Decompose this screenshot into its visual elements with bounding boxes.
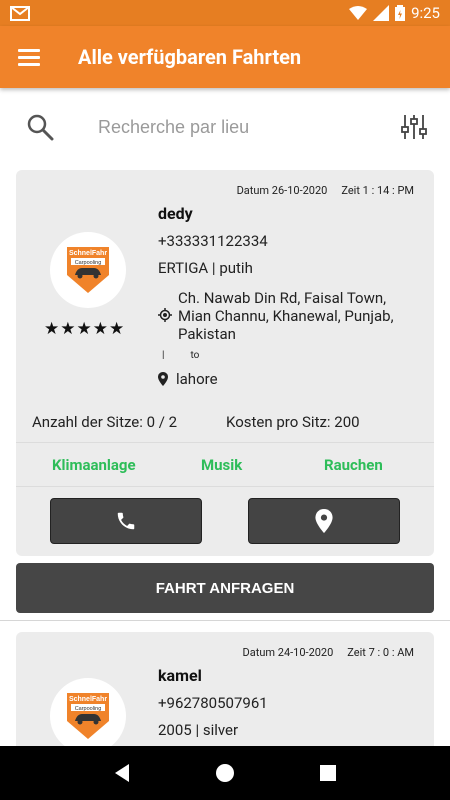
back-button[interactable] [107, 758, 137, 788]
carpool-logo: SchnelFahr Carpooling [67, 693, 109, 739]
cost-per-seat: Kosten pro Sitz: 200 [226, 413, 360, 431]
wifi-icon [349, 6, 368, 20]
logo-subtext: Carpooling [75, 260, 102, 266]
driver-avatar: SchnelFahr Carpooling [50, 678, 126, 754]
driver-name: dedy [158, 204, 193, 223]
driver-avatar: SchnelFahr Carpooling [50, 232, 126, 308]
ride-card[interactable]: Datum 24-10-2020 Zeit 7 : 0 : AM SchnelF… [16, 632, 434, 754]
ride-date: Datum 24-10-2020 [242, 646, 334, 659]
recents-button[interactable] [313, 758, 343, 788]
destination-address: lahore [176, 370, 218, 388]
route-origin: Ch. Nawab Din Rd, Faisal Town, Mian Chan… [158, 289, 408, 343]
route-destination: lahore [158, 370, 218, 388]
call-button[interactable] [50, 498, 202, 544]
amenity-smoking: Rauchen [324, 456, 383, 474]
ride-meta: Datum 24-10-2020 Zeit 7 : 0 : AM [243, 646, 414, 659]
my-location-icon [158, 308, 172, 322]
vehicle-info: 2005 | silver [158, 721, 239, 739]
ride-time: Zeit 1 : 14 : PM [341, 184, 414, 197]
filter-sliders-icon[interactable] [400, 113, 428, 141]
driver-phone: +333331122334 [158, 232, 268, 250]
search-icon[interactable] [26, 113, 54, 141]
route-separator: | to [162, 350, 199, 361]
recents-square-icon [320, 765, 337, 781]
ride-time: Zeit 7 : 0 : AM [347, 646, 414, 659]
home-button[interactable] [210, 758, 240, 788]
phone-icon [117, 512, 135, 530]
rating-stars: ★★★★★ [44, 319, 126, 339]
app-bar: Alle verfügbaren Fahrten [0, 26, 450, 88]
home-circle-icon [215, 764, 234, 782]
map-location-button[interactable] [248, 498, 400, 544]
ride-meta: Datum 26-10-2020 Zeit 1 : 14 : PM [237, 184, 414, 197]
divider [16, 442, 434, 443]
status-bar: 9:25 [0, 0, 450, 26]
status-time: 9:25 [411, 4, 440, 22]
back-triangle-icon [114, 764, 129, 782]
menu-icon[interactable] [18, 42, 48, 72]
ride-card[interactable]: Datum 26-10-2020 Zeit 1 : 14 : PM Schnel… [16, 170, 434, 556]
logo-subtext: Carpooling [75, 706, 102, 712]
route-bar: | [162, 350, 165, 361]
signal-icon [373, 5, 390, 21]
logo-text: SchnelFahr [69, 696, 107, 703]
origin-address: Ch. Nawab Din Rd, Faisal Town, Mian Chan… [178, 289, 394, 343]
seat-count: Anzahl der Sitze: 0 / 2 [32, 413, 178, 431]
amenity-ac: Klimaanlage [52, 456, 136, 474]
system-nav-bar [0, 746, 450, 800]
page-title: Alle verfügbaren Fahrten [78, 45, 302, 69]
request-ride-button[interactable]: FAHRT ANFRAGEN [16, 563, 434, 613]
driver-phone: +962780507961 [158, 694, 268, 712]
list-divider [0, 620, 450, 621]
ride-date: Datum 26-10-2020 [236, 184, 328, 197]
divider [16, 486, 434, 487]
logo-text: SchnelFahr [69, 250, 107, 257]
route-to-label: to [190, 350, 200, 361]
vehicle-info: ERTIGA | putih [158, 259, 253, 277]
amenity-music: Musik [201, 456, 243, 474]
search-input[interactable] [98, 116, 348, 138]
carpool-logo: SchnelFahr Carpooling [67, 247, 109, 293]
search-row [0, 96, 450, 158]
driver-name: kamel [158, 666, 202, 685]
battery-icon [395, 5, 406, 21]
location-pin-icon [158, 372, 168, 386]
location-pin-icon [315, 509, 333, 533]
gmail-icon [10, 5, 30, 21]
